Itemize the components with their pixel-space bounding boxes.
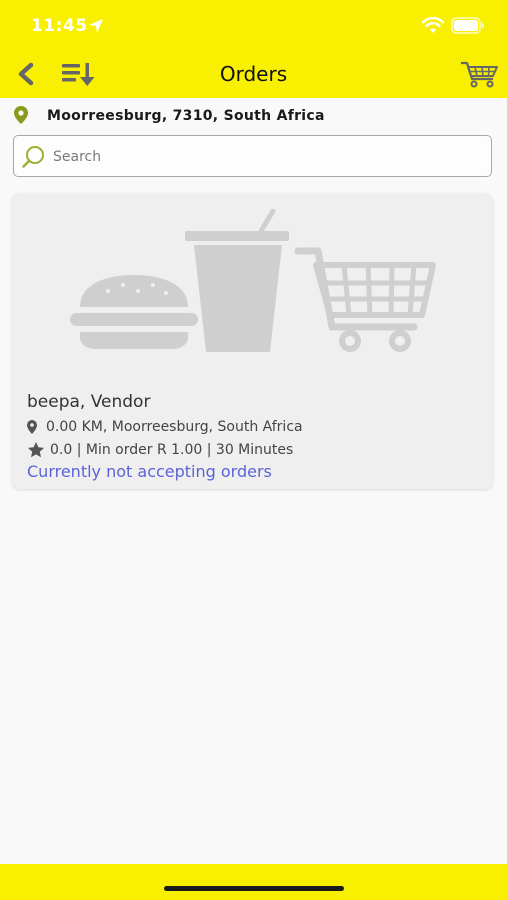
map-pin-icon xyxy=(27,420,37,434)
page-title: Orders xyxy=(219,62,288,86)
delivery-location[interactable]: Moorreesburg, 7310, South Africa xyxy=(0,98,507,134)
wifi-icon xyxy=(421,17,445,33)
search-icon xyxy=(22,146,44,168)
vendor-stats: 0.0 | Min order R 1.00 | 30 Minutes xyxy=(50,442,294,458)
vendor-status: Currently not accepting orders xyxy=(27,462,272,481)
star-icon xyxy=(28,442,44,458)
home-indicator[interactable] xyxy=(164,886,344,891)
battery-icon xyxy=(451,17,484,34)
search-input[interactable] xyxy=(51,144,475,170)
top-bar: 11:45 Orders xyxy=(0,0,507,98)
location-arrow-icon xyxy=(89,19,103,33)
search-bar[interactable] xyxy=(13,135,492,177)
vendor-address: 0.00 KM, Moorreesburg, South Africa xyxy=(46,419,303,435)
bottom-bar xyxy=(0,864,507,900)
vendor-card[interactable]: beepa, Vendor 0.00 KM, Moorreesburg, Sou… xyxy=(12,193,493,489)
vendor-name: beepa, Vendor xyxy=(27,392,151,412)
map-pin-icon xyxy=(14,106,28,124)
food-placeholder-image xyxy=(70,209,436,352)
location-label: Moorreesburg, 7310, South Africa xyxy=(47,108,325,124)
cart-button[interactable] xyxy=(459,60,499,88)
status-time: 11:45 xyxy=(31,16,88,36)
